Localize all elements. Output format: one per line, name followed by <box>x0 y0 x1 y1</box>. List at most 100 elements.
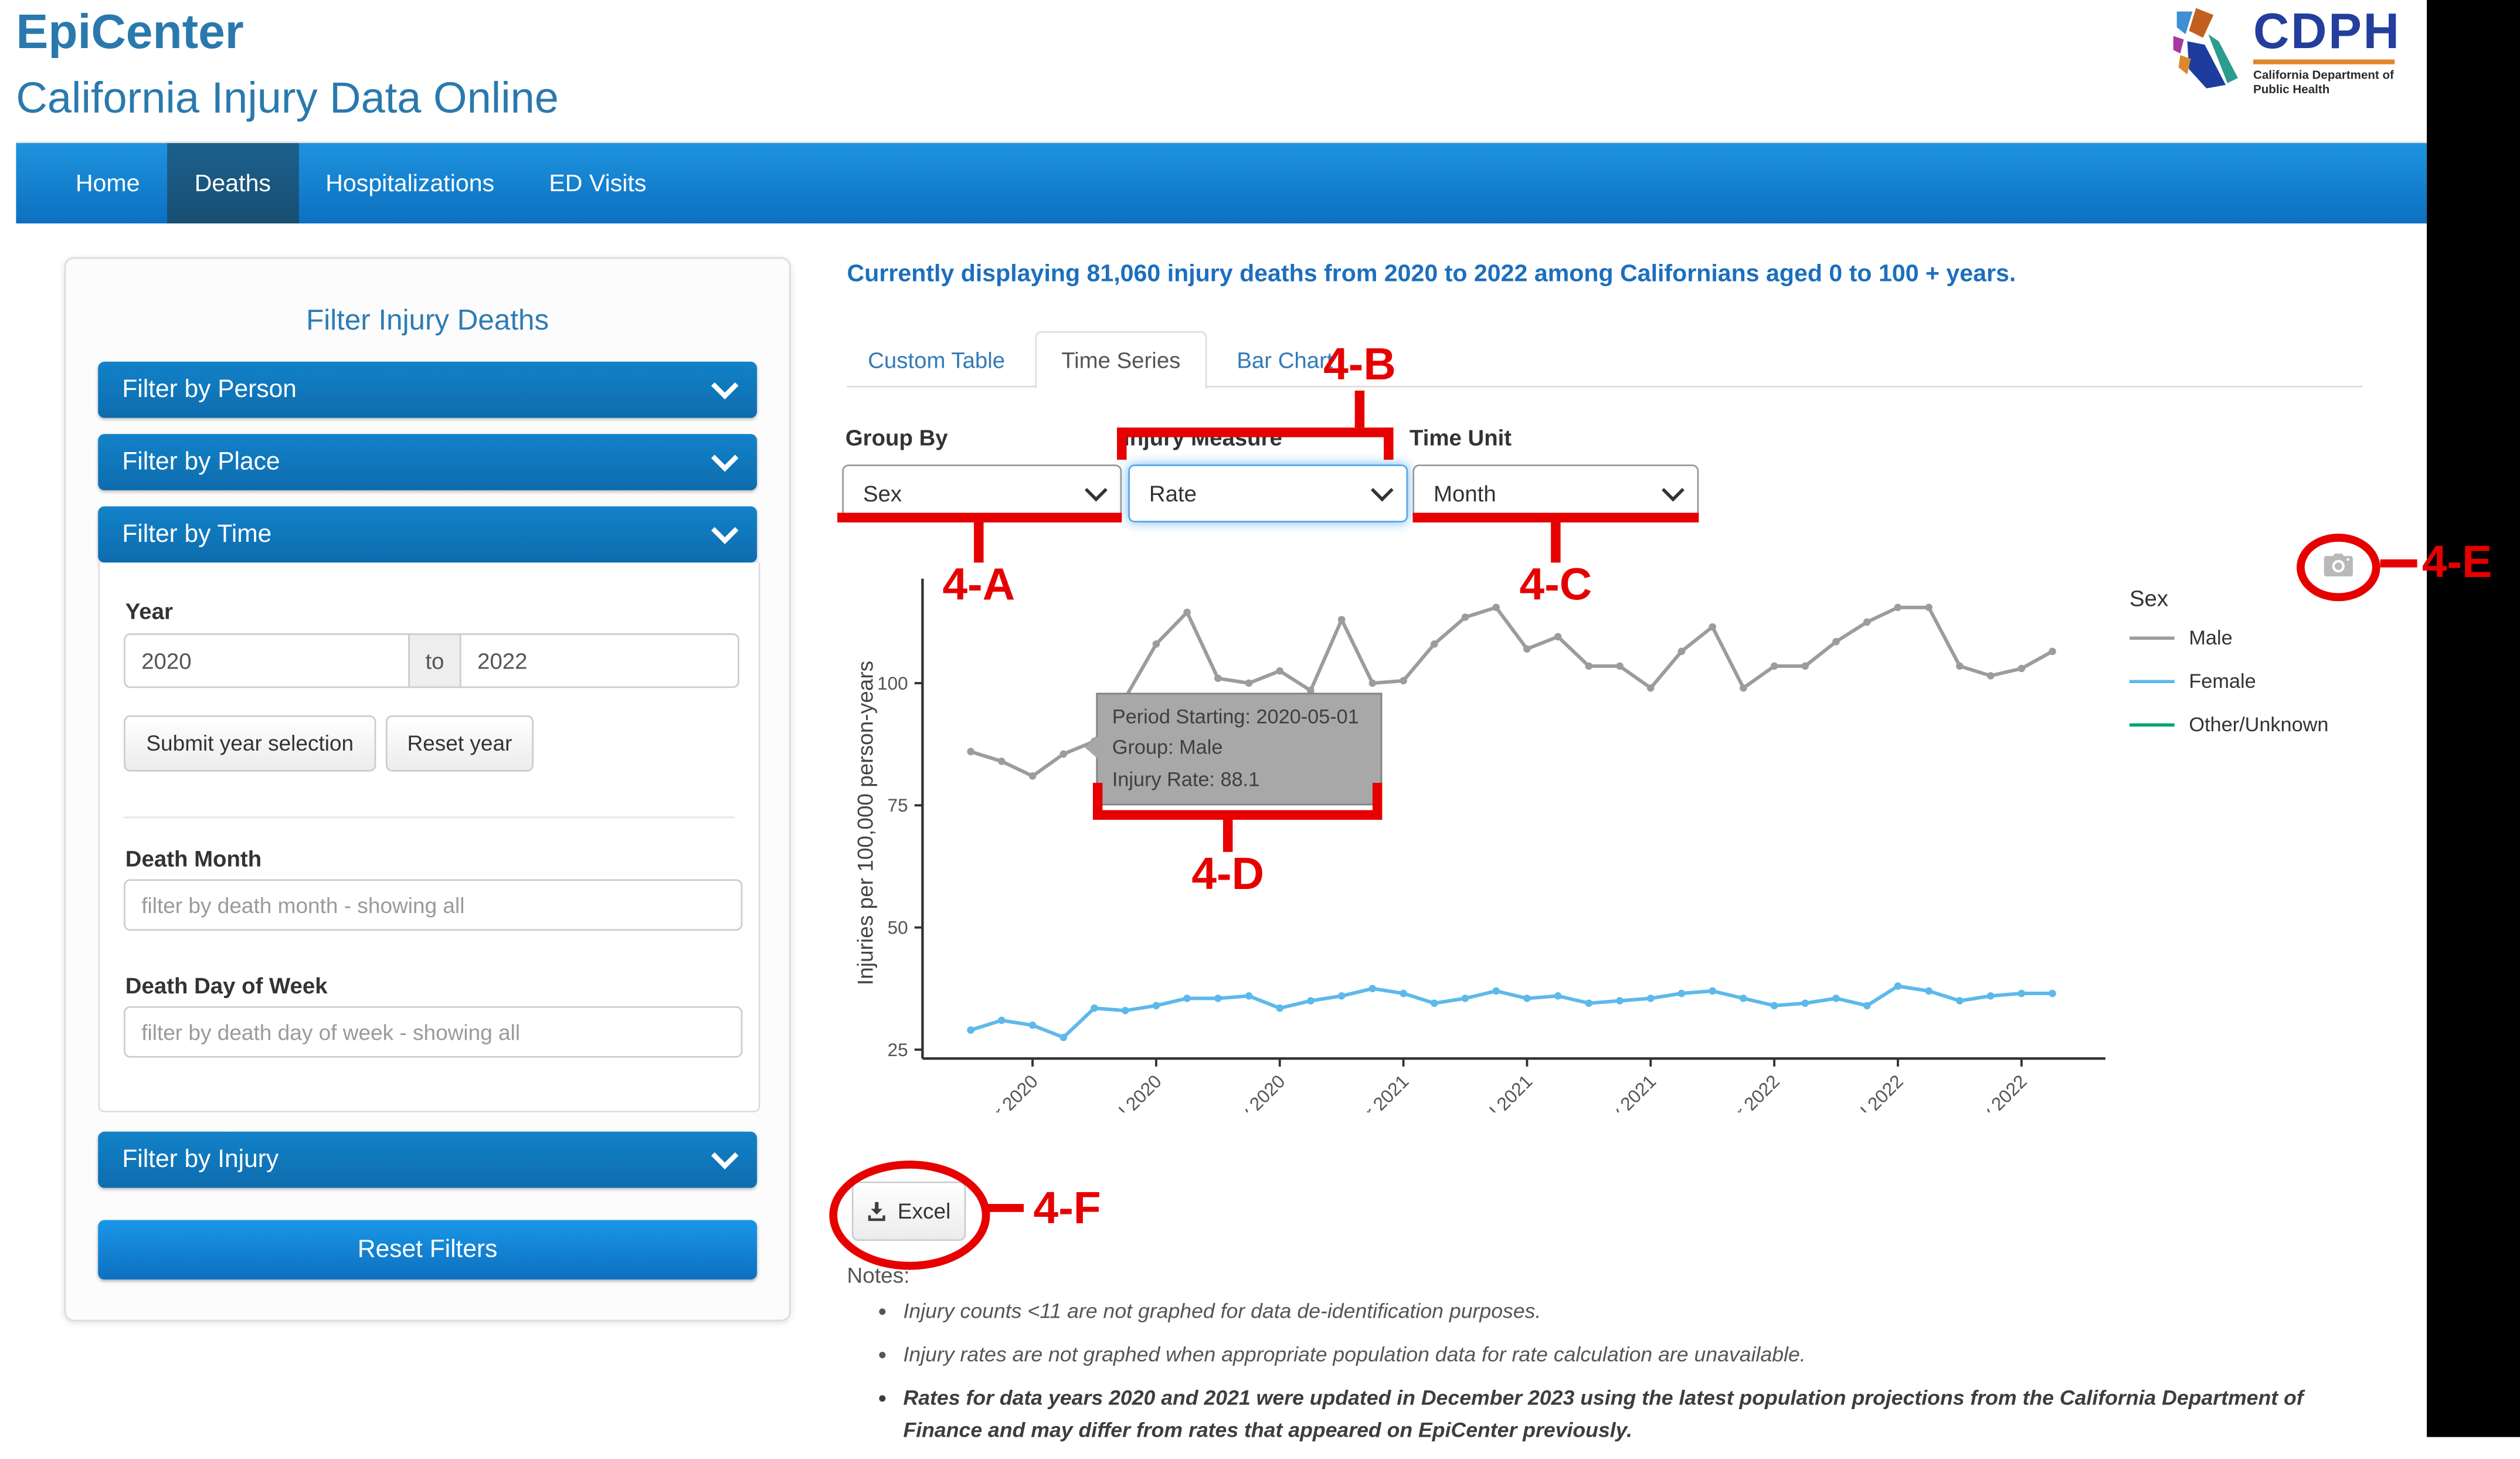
svg-text:Mar 2021: Mar 2021 <box>1343 1071 1413 1112</box>
svg-text:100: 100 <box>877 673 908 694</box>
death-dow-label: Death Day of Week <box>125 972 328 998</box>
screenshot-black-strip <box>2427 0 2520 1437</box>
svg-text:Jul 2022: Jul 2022 <box>1843 1071 1907 1112</box>
annotation-dash-4f <box>982 1204 1024 1212</box>
legend-label: Female <box>2189 670 2256 693</box>
legend-label: Other/Unknown <box>2189 714 2328 736</box>
svg-text:Jul 2020: Jul 2020 <box>1101 1071 1166 1112</box>
main-nav: Home Deaths Hospitalizations ED Visits <box>16 141 2427 223</box>
annotation-stem-4a <box>974 521 983 562</box>
svg-text:Mar 2020: Mar 2020 <box>972 1071 1042 1112</box>
tooltip-period: Period Starting: 2020-05-01 <box>1112 703 1366 734</box>
death-month-label: Death Month <box>125 846 261 871</box>
chevron-down-icon <box>1371 479 1394 502</box>
tab-time-series[interactable]: Time Series <box>1035 331 1206 389</box>
annotation-label-4e: 4-E <box>2422 537 2492 589</box>
death-month-input[interactable] <box>124 879 742 931</box>
cdph-acronym: CDPH <box>2253 8 2401 56</box>
annotation-label-4b: 4-B <box>1312 339 1408 391</box>
accordion-filter-by-person[interactable]: Filter by Person <box>98 362 757 418</box>
annotation-bracket-4b <box>1117 427 1393 460</box>
annotation-dash-4e <box>2380 559 2417 568</box>
annotation-stem-4c <box>1551 521 1560 562</box>
accordion-filter-by-injury[interactable]: Filter by Injury <box>98 1132 757 1188</box>
annotation-label-4c: 4-C <box>1507 559 1604 611</box>
year-to-input[interactable] <box>460 633 739 688</box>
logo-org-line2: Public Health <box>2253 83 2401 96</box>
injury-measure-select[interactable]: Rate <box>1128 464 1408 522</box>
legend-item: Female <box>2130 670 2329 693</box>
year-label: Year <box>125 598 173 624</box>
legend-title: Sex <box>2130 585 2168 611</box>
accordion-label: Filter by Time <box>122 520 271 549</box>
nav-item-hospitalizations[interactable]: Hospitalizations <box>298 143 522 223</box>
accordion-label: Filter by Injury <box>122 1145 279 1174</box>
svg-text:Nov 2022: Nov 2022 <box>1960 1071 2031 1112</box>
accordion-filter-by-place[interactable]: Filter by Place <box>98 434 757 490</box>
annotation-circle-4e <box>2297 534 2380 601</box>
group-by-label: Group By <box>845 425 948 450</box>
nav-item-home[interactable]: Home <box>48 143 167 223</box>
svg-text:Injuries per 100,000 person-ye: Injuries per 100,000 person-years <box>853 661 877 985</box>
annotation-circle-4f <box>829 1161 990 1270</box>
chevron-down-icon <box>711 372 739 400</box>
annotation-bracket-4d <box>1093 783 1382 820</box>
notes-list: Injury counts <11 are not graphed for da… <box>881 1295 2349 1458</box>
annotation-label-4f: 4-F <box>1034 1183 1101 1234</box>
svg-text:75: 75 <box>888 795 908 816</box>
note-item: Injury rates are not graphed when approp… <box>903 1339 2349 1372</box>
chevron-down-icon <box>711 1142 739 1170</box>
note-item: Injury counts <11 are not graphed for da… <box>903 1295 2349 1328</box>
annotation-bracket-4c <box>1412 471 1699 522</box>
time-series-chart: 25 50 75 100 Mar 2020 Jul 2020 Nov 2020 Mar 202… <box>852 566 2121 1112</box>
filter-by-time-body: Year to Submit year selection Reset year… <box>98 562 760 1112</box>
page: EpiCenter California Injury Data Online … <box>0 0 2520 1437</box>
chevron-down-icon <box>711 445 739 472</box>
svg-text:Nov 2021: Nov 2021 <box>1589 1071 1660 1112</box>
svg-text:Mar 2022: Mar 2022 <box>1713 1071 1784 1112</box>
annotation-bracket-4a <box>837 471 1122 522</box>
submit-year-button[interactable]: Submit year selection <box>124 715 376 772</box>
annotation-label-4d: 4-D <box>1180 849 1276 900</box>
injury-measure-value: Rate <box>1149 481 1197 507</box>
annotation-stem-4b <box>1355 391 1364 427</box>
cdph-logo: CDPH California Department of Public Hea… <box>2173 8 2401 97</box>
reset-year-button[interactable]: Reset year <box>386 715 534 772</box>
reset-filters-button[interactable]: Reset Filters <box>98 1220 757 1279</box>
nav-item-deaths[interactable]: Deaths <box>167 143 298 223</box>
annotation-label-4a: 4-A <box>930 559 1027 611</box>
divider <box>124 816 735 818</box>
summary-text: Currently displaying 81,060 injury death… <box>847 260 2390 288</box>
svg-text:50: 50 <box>888 917 908 938</box>
svg-text:Nov 2020: Nov 2020 <box>1218 1071 1289 1112</box>
legend-item: Other/Unknown <box>2130 714 2329 736</box>
year-range-separator: to <box>408 633 461 688</box>
accordion-label: Filter by Person <box>122 375 297 404</box>
year-from-input[interactable] <box>124 633 410 688</box>
legend-label: Male <box>2189 627 2232 649</box>
legend-item: Male <box>2130 627 2329 649</box>
chart-legend: Male Female Other/Unknown <box>2130 627 2329 736</box>
accordion-filter-by-time[interactable]: Filter by Time <box>98 506 757 562</box>
chevron-down-icon <box>711 517 739 544</box>
tab-custom-table[interactable]: Custom Table <box>847 332 1026 387</box>
death-dow-input[interactable] <box>124 1006 742 1058</box>
filter-panel-title: Filter Injury Deaths <box>66 304 789 338</box>
filter-panel: Filter Injury Deaths Filter by Person Fi… <box>64 257 791 1322</box>
logo-org-line1: California Department of <box>2253 69 2401 83</box>
legend-swatch <box>2130 636 2175 639</box>
app-title: EpiCenter <box>16 6 243 61</box>
logo-divider <box>2253 59 2395 64</box>
time-unit-label: Time Unit <box>1410 425 1512 450</box>
nav-item-ed-visits[interactable]: ED Visits <box>522 143 674 223</box>
year-range-group: to <box>124 633 739 688</box>
svg-text:25: 25 <box>888 1039 908 1060</box>
app-subtitle: California Injury Data Online <box>16 74 559 124</box>
legend-swatch <box>2130 680 2175 683</box>
svg-text:Jul 2021: Jul 2021 <box>1472 1071 1537 1112</box>
view-tabs: Custom Table Time Series Bar Chart <box>847 330 2363 388</box>
legend-swatch <box>2130 723 2175 726</box>
annotation-stem-4d <box>1223 818 1232 852</box>
accordion-label: Filter by Place <box>122 447 280 476</box>
note-item: Rates for data years 2020 and 2021 were … <box>903 1383 2349 1447</box>
